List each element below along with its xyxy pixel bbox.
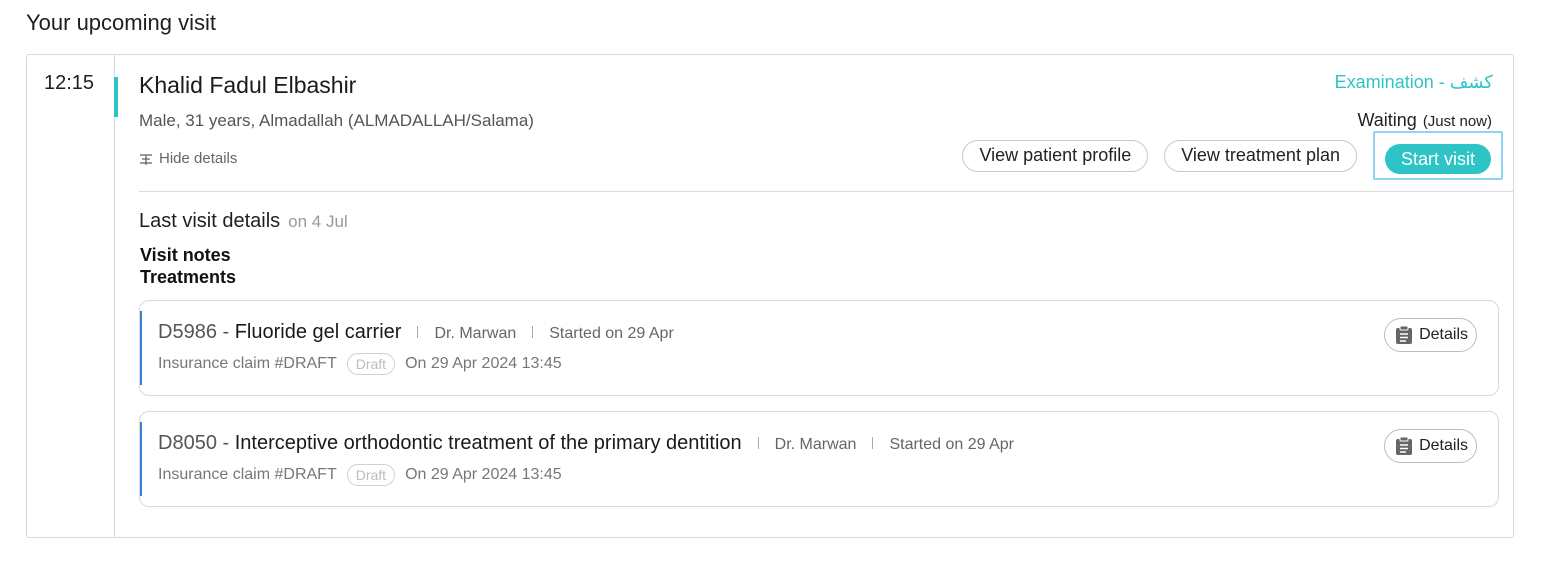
treatment-started: Started on 29 Apr <box>549 325 674 342</box>
visit-notes-heading: Visit notes <box>140 245 231 265</box>
insurance-claim: Insurance claim #DRAFT <box>158 355 337 372</box>
visit-type: Examination - كشف <box>1334 72 1493 92</box>
details-label: Details <box>1419 437 1468 454</box>
visit-actions: View patient profile View treatment plan… <box>962 131 1503 180</box>
status-time: (Just now) <box>1422 113 1492 130</box>
treatment-doctor: Dr. Marwan <box>774 436 857 453</box>
separator <box>757 437 759 449</box>
claim-status-badge: Draft <box>346 464 396 486</box>
view-patient-profile-button[interactable]: View patient profile <box>962 139 1149 172</box>
treatment-card: D5986 - Fluoride gel carrier Dr. Marwan … <box>139 300 1499 396</box>
treatment-claim-row: Insurance claim #DRAFT Draft On 29 Apr 2… <box>158 353 562 375</box>
details-label: Details <box>1419 326 1468 343</box>
clipboard-icon <box>1395 325 1413 345</box>
start-visit-focus-ring: Start visit <box>1372 131 1503 180</box>
status-text: Waiting <box>1357 110 1417 130</box>
visit-card: 12:15 Khalid Fadul Elbashir Male, 31 yea… <box>26 54 1514 538</box>
insurance-claim: Insurance claim #DRAFT <box>158 466 337 483</box>
treatment-name: Fluoride gel carrier <box>234 321 402 343</box>
separator <box>532 326 534 338</box>
time-column: 12:15 <box>27 55 115 537</box>
view-treatment-plan-button[interactable]: View treatment plan <box>1164 139 1357 172</box>
last-visit-title: Last visit details <box>139 210 281 232</box>
patient-name: Khalid Fadul Elbashir <box>139 72 357 98</box>
visit-time: 12:15 <box>44 72 95 94</box>
treatment-card: D8050 - Interceptive orthodontic treatme… <box>139 411 1499 507</box>
claim-date: On 29 Apr 2024 13:45 <box>405 355 562 372</box>
treatment-code: D5986 <box>158 321 217 343</box>
hide-details-toggle[interactable]: Hide details <box>139 150 237 167</box>
treatment-started: Started on 29 Apr <box>889 436 1014 453</box>
visit-status: Waiting (Just now) <box>1357 110 1492 131</box>
treatment-doctor: Dr. Marwan <box>434 325 517 342</box>
claim-date: On 29 Apr 2024 13:45 <box>405 466 562 483</box>
claim-status-badge: Draft <box>346 353 396 375</box>
last-visit-date: on 4 Jul <box>288 212 348 231</box>
treatment-code: D8050 <box>158 432 217 454</box>
clipboard-icon <box>1395 436 1413 456</box>
treatments-heading: Treatments <box>140 267 237 287</box>
page-title: Your upcoming visit <box>26 10 216 35</box>
start-visit-button[interactable]: Start visit <box>1384 144 1491 174</box>
last-visit-header: Last visit details on 4 Jul <box>139 210 348 233</box>
treatment-dash: - <box>216 432 235 454</box>
treatment-dash: - <box>216 321 235 343</box>
treatment-details-button[interactable]: Details <box>1384 318 1477 352</box>
treatment-header: D5986 - Fluoride gel carrier Dr. Marwan … <box>158 321 674 344</box>
filter-lines-icon <box>139 152 153 166</box>
patient-meta: Male, 31 years, Almadallah (ALMADALLAH/S… <box>139 111 534 130</box>
treatment-name: Interceptive orthodontic treatment of th… <box>234 432 742 454</box>
treatment-claim-row: Insurance claim #DRAFT Draft On 29 Apr 2… <box>158 464 562 486</box>
visit-accent-bar <box>114 77 118 117</box>
treatment-details-button[interactable]: Details <box>1384 429 1477 463</box>
separator <box>872 437 874 449</box>
treatment-header: D8050 - Interceptive orthodontic treatme… <box>158 432 1014 455</box>
section-divider <box>139 191 1513 192</box>
separator <box>417 326 419 338</box>
hide-details-label: Hide details <box>159 150 238 167</box>
